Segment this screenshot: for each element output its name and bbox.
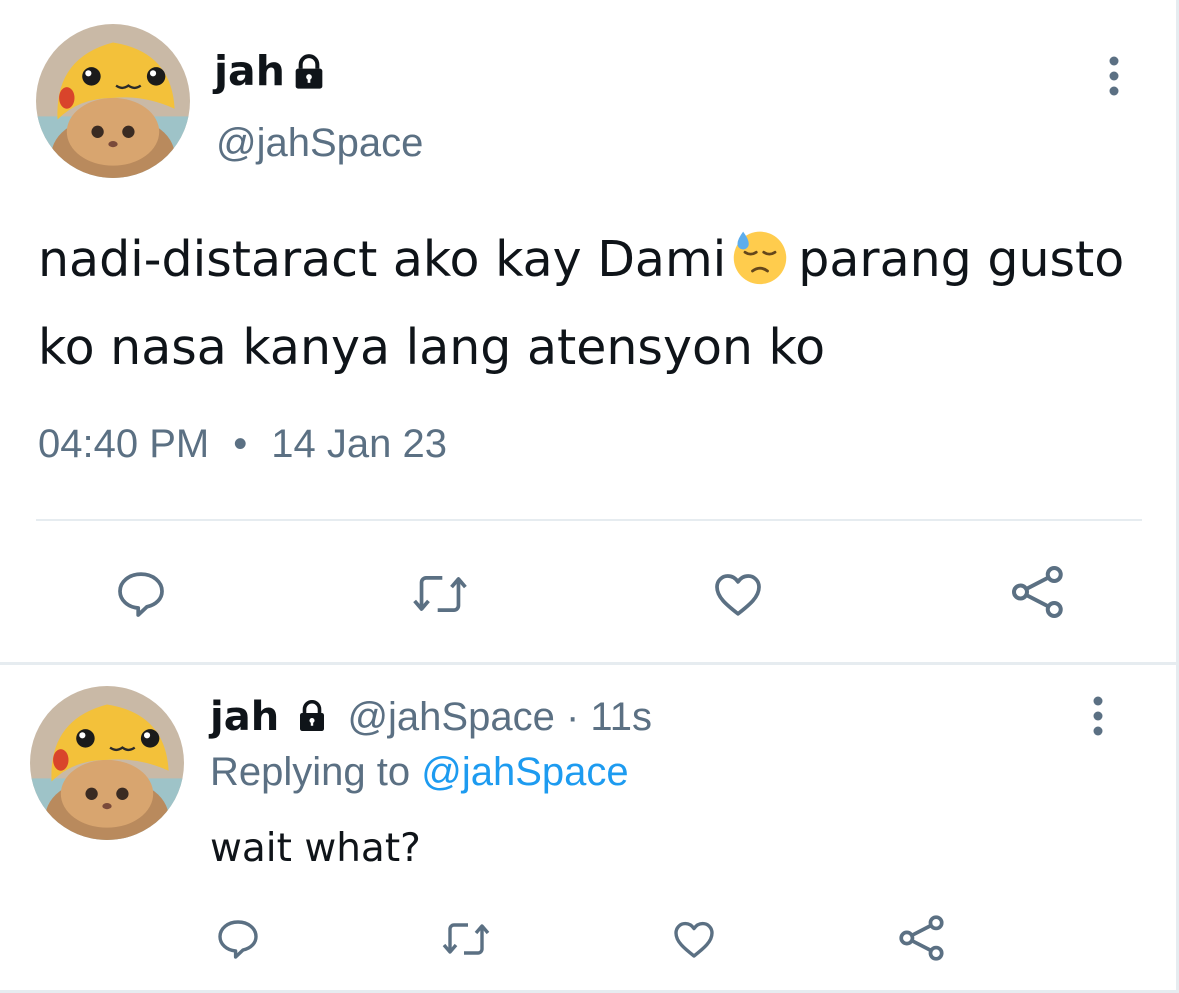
like-button[interactable] xyxy=(670,915,718,963)
author-handle[interactable]: @jahSpace xyxy=(216,121,423,166)
like-button[interactable] xyxy=(710,566,766,622)
share-button[interactable] xyxy=(1008,562,1068,622)
reply-button[interactable] xyxy=(214,915,262,963)
separator: · xyxy=(565,695,580,739)
reply-button[interactable] xyxy=(113,566,169,622)
avatar[interactable] xyxy=(36,24,190,178)
reply-author-handle[interactable]: @jahSpace xyxy=(347,695,554,739)
share-icon xyxy=(899,915,944,961)
tweet-timestamp: 04:40 PM • 14 Jan 23 xyxy=(38,422,447,467)
divider xyxy=(0,662,1179,665)
author-name[interactable]: jah xyxy=(214,47,285,95)
downcast-face-with-sweat-icon xyxy=(730,226,790,286)
reply-header: jah @jahSpace · 11s xyxy=(210,694,652,750)
retweet-button[interactable] xyxy=(410,566,470,622)
heart-icon xyxy=(715,574,761,616)
replying-mention-link[interactable]: @jahSpace xyxy=(421,750,628,794)
retweet-icon xyxy=(413,576,467,612)
tweet-time[interactable]: 04:40 PM xyxy=(38,422,209,466)
reply-text: wait what? xyxy=(210,826,421,871)
tweet-date[interactable]: 14 Jan 23 xyxy=(271,422,447,466)
separator: • xyxy=(233,422,248,466)
tweet-text: nadi-distaract ako kay Dami parang gusto… xyxy=(38,216,1148,392)
replying-to: Replying to @jahSpace xyxy=(210,750,629,795)
share-button[interactable] xyxy=(896,912,948,964)
reply-avatar[interactable] xyxy=(30,686,184,840)
more-vertical-icon[interactable] xyxy=(1100,55,1128,104)
share-icon xyxy=(1012,566,1063,618)
reply-author-name[interactable]: jah xyxy=(210,694,279,740)
retweet-button[interactable] xyxy=(440,915,492,963)
reply-age[interactable]: 11s xyxy=(590,695,652,739)
tweet-text-part1: nadi-distaract ako kay Dami xyxy=(38,231,727,288)
lock-icon xyxy=(294,698,330,744)
lock-icon xyxy=(289,52,329,97)
heart-icon xyxy=(674,921,714,958)
replying-label: Replying to xyxy=(210,750,411,794)
reply-icon xyxy=(218,920,258,959)
reply-icon xyxy=(118,572,164,617)
more-vertical-icon[interactable] xyxy=(1084,695,1112,744)
retweet-icon xyxy=(442,923,490,955)
divider xyxy=(36,519,1142,521)
